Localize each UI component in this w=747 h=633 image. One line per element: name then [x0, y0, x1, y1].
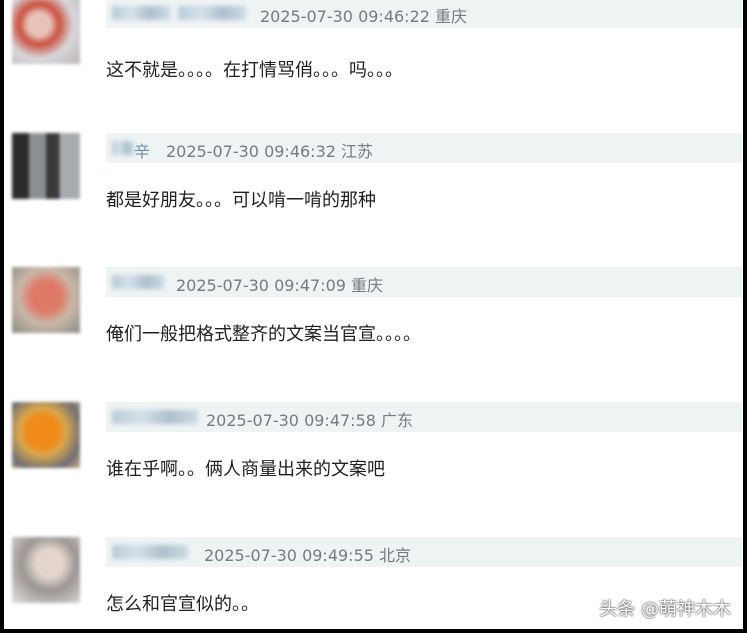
username-blurred[interactable]: [112, 275, 164, 289]
user-avatar[interactable]: [12, 402, 80, 468]
user-avatar[interactable]: [12, 0, 80, 64]
comment-text: 都是好朋友。。。可以啃一啃的那种: [106, 190, 376, 211]
user-avatar[interactable]: [12, 537, 80, 603]
comment-header: 2025-07-30 09:49:55 北京: [106, 537, 742, 567]
username-visible[interactable]: 辛: [134, 138, 150, 162]
comment-meta: 2025-07-30 09:47:09 重庆: [176, 276, 384, 295]
username-blurred[interactable]: [178, 6, 246, 20]
comment-header: 2025-07-30 09:47:58 广东: [106, 402, 742, 432]
comment-meta: 2025-07-30 09:46:32 江苏: [166, 142, 374, 161]
comment-meta: 2025-07-30 09:49:55 北京: [204, 546, 412, 565]
comment-header: 2025-07-30 09:47:09 重庆: [106, 267, 742, 297]
comment-meta: 2025-07-30 09:47:58 广东: [206, 411, 414, 430]
username-blurred[interactable]: [112, 545, 188, 559]
comment-header: 辛 2025-07-30 09:46:32 江苏: [106, 133, 742, 163]
comment-meta: 2025-07-30 09:46:22 重庆: [260, 7, 468, 26]
comment-header: 2025-07-30 09:46:22 重庆: [106, 0, 742, 28]
comment-text: 这不就是。。。。在打情骂俏。。。吗。。。: [106, 60, 403, 81]
username-blurred[interactable]: [112, 410, 198, 424]
username-blurred[interactable]: [112, 141, 134, 155]
comment-text: 怎么和官宣似的。。: [106, 594, 259, 615]
username-blurred[interactable]: [112, 6, 170, 20]
user-avatar[interactable]: [12, 133, 80, 199]
watermark: 头条 @萌神木木: [599, 599, 731, 620]
user-avatar[interactable]: [12, 267, 80, 333]
comment-text: 谁在乎啊。。俩人商量出来的文案吧: [106, 459, 385, 480]
comment-text: 俺们一般把格式整齐的文案当官宣。。。。: [106, 324, 421, 345]
